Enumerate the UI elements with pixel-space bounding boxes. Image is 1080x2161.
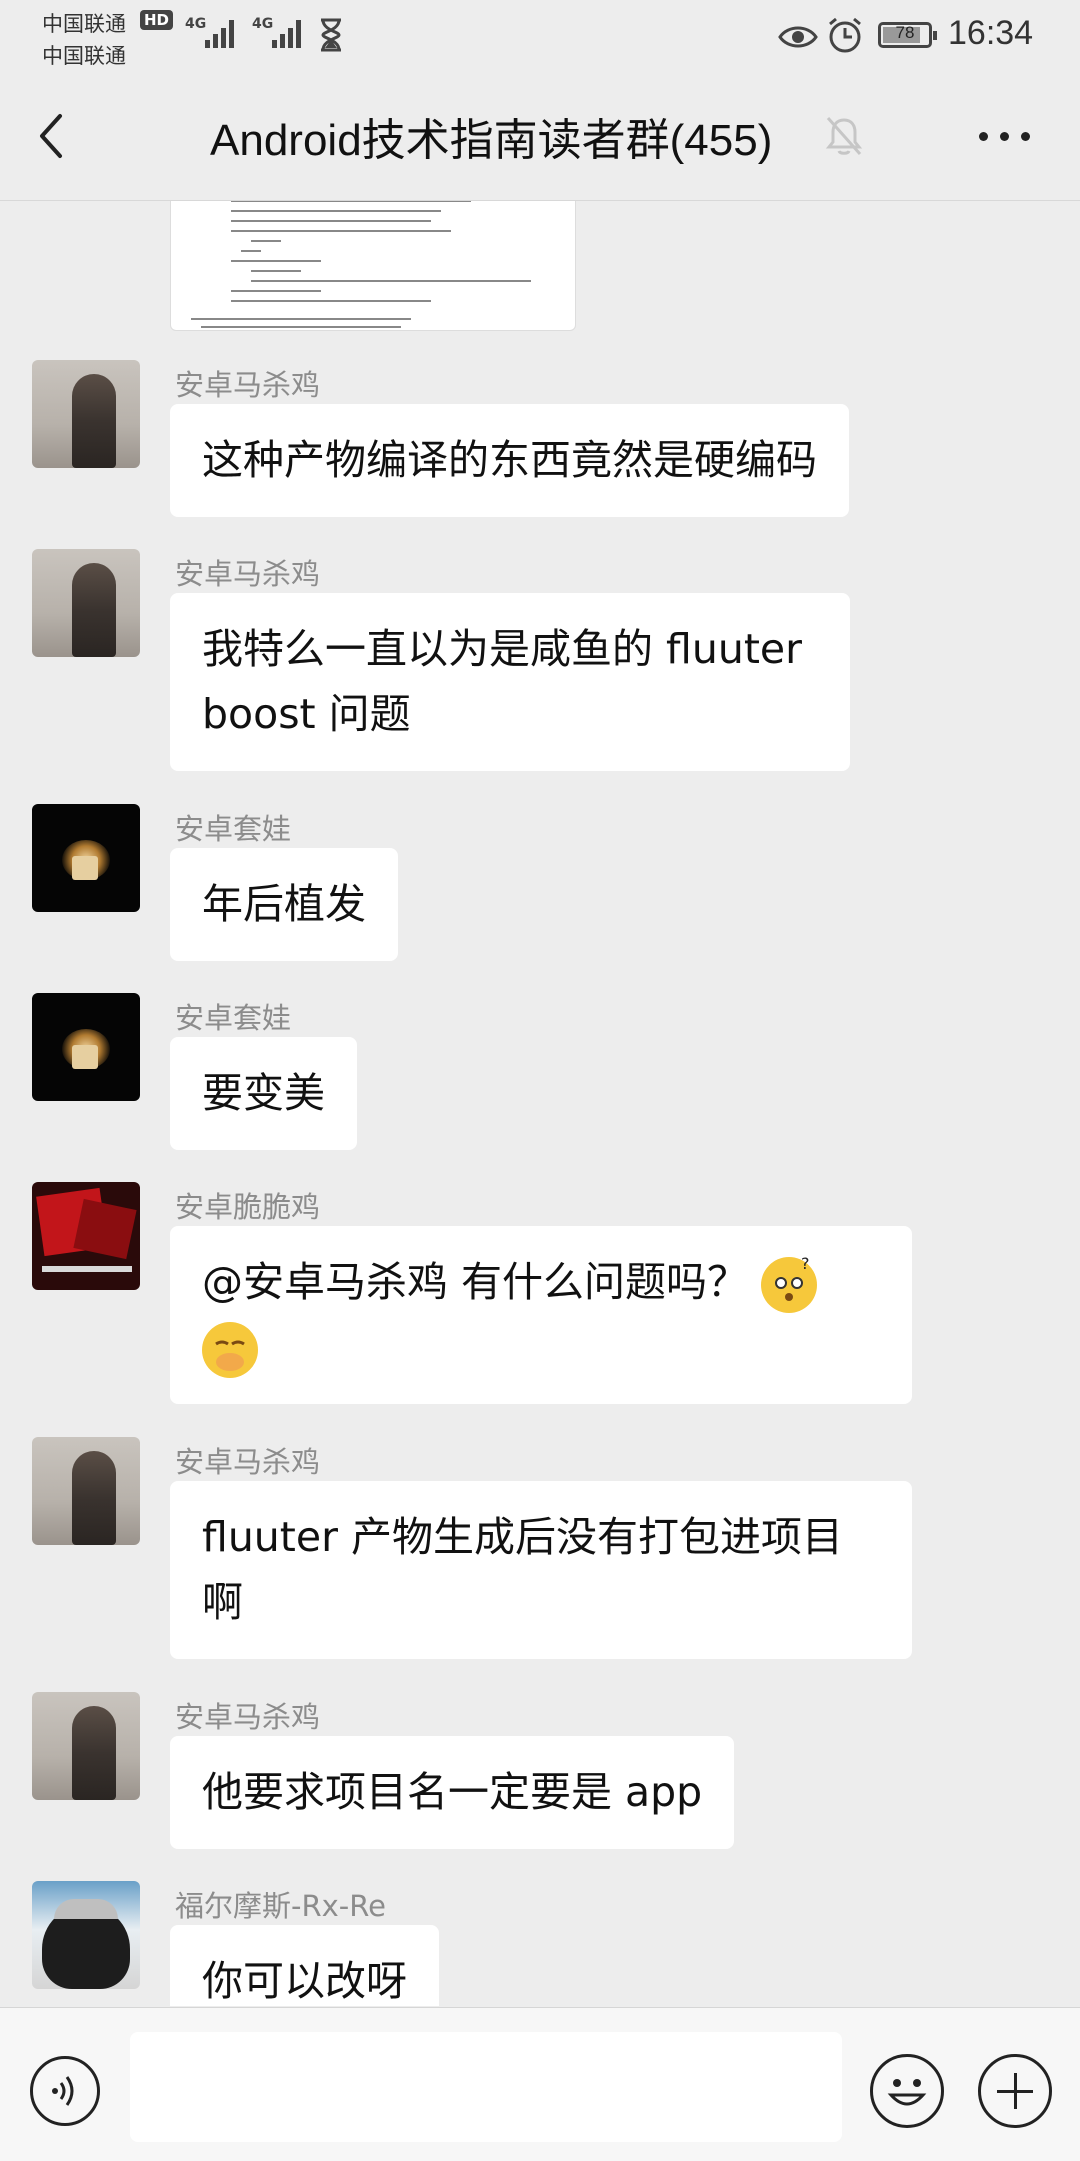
- sender-name: 安卓套娃: [175, 1001, 292, 1035]
- avatar[interactable]: [32, 1692, 140, 1800]
- avatar[interactable]: [32, 993, 140, 1101]
- sender-name: 安卓马杀鸡: [175, 1700, 321, 1734]
- emoji-icon[interactable]: [870, 2054, 944, 2128]
- sender-name: 福尔摩斯-Rx-Re: [175, 1889, 386, 1923]
- message-bubble[interactable]: fluuter 产物生成后没有打包进项目啊: [170, 1481, 912, 1659]
- avatar[interactable]: [32, 549, 140, 657]
- voice-icon[interactable]: [30, 2056, 100, 2126]
- avatar[interactable]: [32, 360, 140, 468]
- sender-name: 安卓马杀鸡: [175, 1445, 321, 1479]
- eye-icon: [778, 26, 818, 48]
- carrier-1: 中国联通: [42, 12, 126, 36]
- back-arrow-icon[interactable]: [30, 108, 80, 164]
- plus-icon[interactable]: [978, 2054, 1052, 2128]
- battery-icon: 78: [878, 22, 937, 48]
- avatar[interactable]: [32, 804, 140, 912]
- sender-name: 安卓马杀鸡: [175, 557, 321, 591]
- alarm-icon: [829, 17, 861, 53]
- message-list[interactable]: 安卓马杀鸡 这种产物编译的东西竟然是硬编码 安卓马杀鸡 我特么一直以为是咸鱼的 …: [0, 201, 1080, 2006]
- message-bubble[interactable]: 这种产物编译的东西竟然是硬编码: [170, 404, 849, 517]
- message-bubble[interactable]: 你可以改呀: [170, 1925, 439, 2006]
- message-bubble[interactable]: 要变美: [170, 1037, 357, 1150]
- avatar[interactable]: [32, 1881, 140, 1989]
- avatar[interactable]: [32, 1182, 140, 1290]
- cover-mouth-emoji-icon: [202, 1322, 258, 1378]
- avatar[interactable]: [32, 1437, 140, 1545]
- hd-badge: HD: [140, 10, 174, 30]
- message-bubble[interactable]: 年后植发: [170, 848, 398, 961]
- more-icon[interactable]: [975, 115, 1035, 155]
- status-bar: 中国联通 中国联通 HD 4G 4G 78 16:34: [0, 0, 1080, 70]
- chat-header: Android技术指南读者群(455): [0, 70, 1080, 201]
- message-bubble[interactable]: 我特么一直以为是咸鱼的 fluuter boost 问题: [170, 593, 850, 771]
- message-bubble[interactable]: @安卓马杀鸡 有什么问题吗？ ?: [170, 1226, 912, 1404]
- muted-bell-icon: [825, 117, 863, 155]
- carrier-2: 中国联通: [42, 44, 126, 68]
- sender-name: 安卓脆脆鸡: [175, 1190, 321, 1224]
- page-title: Android技术指南读者群(455): [210, 116, 773, 165]
- sender-name: 安卓套娃: [175, 812, 292, 846]
- clock: 16:34: [948, 14, 1034, 52]
- message-input[interactable]: [130, 2032, 842, 2142]
- thinking-emoji-icon: ?: [761, 1257, 818, 1313]
- message-text: @安卓马杀鸡 有什么问题吗？: [202, 1258, 749, 1306]
- message-bubble[interactable]: 他要求项目名一定要是 app: [170, 1736, 735, 1849]
- code-screenshot-image[interactable]: [170, 201, 576, 331]
- hourglass-icon: [321, 18, 341, 52]
- sender-name: 安卓马杀鸡: [175, 368, 321, 402]
- input-bar: [0, 2007, 1080, 2161]
- svg-text:?: ?: [801, 1257, 810, 1273]
